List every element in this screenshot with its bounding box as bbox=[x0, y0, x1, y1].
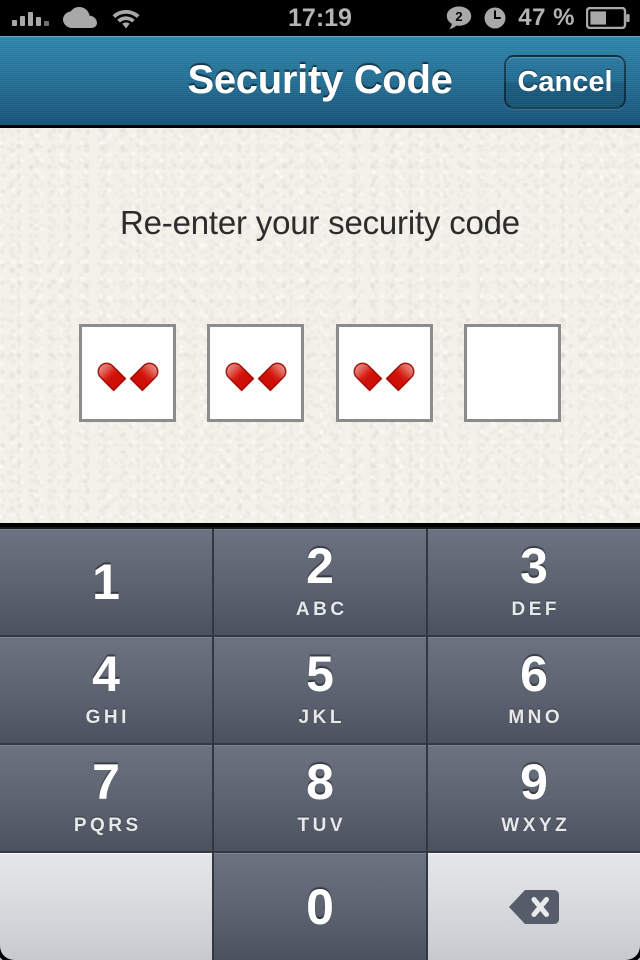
phone-screen: 17:19 2 47 % Security Code Cancel Re-ent… bbox=[0, 0, 640, 960]
code-box-2[interactable] bbox=[207, 324, 305, 422]
code-box-4[interactable] bbox=[463, 324, 561, 422]
battery-percent-label: 47 % bbox=[518, 4, 575, 31]
keypad-row-4: 0 bbox=[0, 853, 640, 960]
key-digit-label: 1 bbox=[92, 554, 120, 610]
key-digit-label: 7 bbox=[92, 754, 120, 810]
code-box-3[interactable] bbox=[335, 324, 433, 422]
content-area: Re-enter your security code bbox=[0, 128, 640, 527]
key-0[interactable]: 0 bbox=[214, 853, 428, 960]
key-3[interactable]: 3 DEF bbox=[428, 529, 640, 637]
prompt-label: Re-enter your security code bbox=[120, 204, 520, 241]
key-letters-label: MNO bbox=[508, 707, 564, 728]
key-letters-label: GHI bbox=[85, 707, 130, 728]
key-2[interactable]: 2 ABC bbox=[214, 529, 428, 637]
key-digit-label: 4 bbox=[92, 646, 120, 702]
numeric-keypad: 1 2 ABC 3 DEF 4 GHI 5 JKL 6 MNO 7 PQRS 8 TUV 9 WXYZ 0 bbox=[0, 527, 640, 960]
speech-bubble-icon: 2 bbox=[446, 5, 472, 31]
key-letters-label: TUV bbox=[297, 815, 346, 836]
security-code-field[interactable] bbox=[79, 324, 561, 422]
key-blank bbox=[0, 853, 214, 960]
alarm-clock-icon bbox=[483, 6, 507, 30]
keypad-row-2: 4 GHI 5 JKL 6 MNO bbox=[0, 637, 640, 745]
keypad-row-3: 7 PQRS 8 TUV 9 WXYZ bbox=[0, 745, 640, 853]
key-digit-label: 5 bbox=[306, 646, 334, 702]
key-digit-label: 8 bbox=[306, 754, 334, 810]
key-digit-label: 3 bbox=[520, 538, 548, 594]
code-box-1[interactable] bbox=[79, 324, 176, 422]
key-letters-label: WXYZ bbox=[501, 815, 571, 836]
key-9[interactable]: 9 WXYZ bbox=[428, 745, 640, 853]
key-letters-label: PQRS bbox=[73, 815, 142, 836]
key-4[interactable]: 4 GHI bbox=[0, 637, 214, 745]
heart-icon bbox=[111, 357, 145, 388]
key-letters-label: ABC bbox=[295, 599, 348, 620]
status-bar: 17:19 2 47 % bbox=[0, 0, 640, 36]
key-digit-label: 6 bbox=[520, 646, 548, 702]
heart-icon bbox=[239, 357, 273, 388]
backspace-icon bbox=[508, 888, 560, 926]
key-letters-label: JKL bbox=[298, 707, 345, 728]
keypad-row-1: 1 2 ABC 3 DEF bbox=[0, 529, 640, 637]
status-bar-right-group: 2 47 % bbox=[446, 0, 630, 36]
messages-badge-count: 2 bbox=[456, 9, 463, 24]
key-letters-label: DEF bbox=[511, 599, 560, 620]
key-6[interactable]: 6 MNO bbox=[428, 637, 640, 745]
key-5[interactable]: 5 JKL bbox=[214, 637, 428, 745]
heart-icon bbox=[367, 357, 401, 388]
key-digit-label: 2 bbox=[306, 538, 334, 594]
cancel-button-label: Cancel bbox=[517, 65, 613, 98]
navigation-bar: Security Code Cancel bbox=[0, 36, 640, 128]
key-digit-label: 9 bbox=[520, 754, 548, 810]
key-8[interactable]: 8 TUV bbox=[214, 745, 428, 853]
key-7[interactable]: 7 PQRS bbox=[0, 745, 214, 853]
key-delete[interactable] bbox=[428, 853, 640, 960]
battery-icon bbox=[586, 7, 630, 29]
key-1[interactable]: 1 bbox=[0, 529, 214, 637]
key-digit-label: 0 bbox=[306, 878, 334, 935]
cancel-button[interactable]: Cancel bbox=[504, 55, 626, 109]
